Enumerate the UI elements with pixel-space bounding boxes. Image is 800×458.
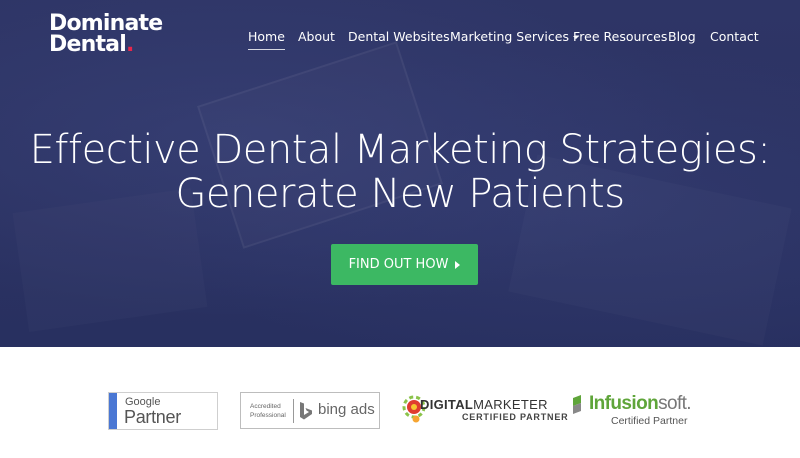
digital-marketer-text: DIGITALMARKETER bbox=[420, 397, 548, 412]
infusion-word: Infusion bbox=[589, 393, 659, 414]
bing-ads-badge: Accredited Professional bing ads bbox=[240, 392, 380, 429]
hero-headline: Effective Dental Marketing Strategies: G… bbox=[0, 128, 800, 216]
cta-label: FIND OUT HOW bbox=[348, 257, 449, 272]
bing-divider bbox=[293, 399, 294, 423]
nav-item-marketing-services[interactable]: Marketing Services bbox=[450, 29, 579, 44]
hero-headline-line1: Effective Dental Marketing Strategies: bbox=[29, 127, 771, 173]
find-out-how-button[interactable]: FIND OUT HOW bbox=[331, 244, 478, 285]
google-partner-text: Partner bbox=[124, 407, 181, 427]
bing-accredited-text: Accredited Professional bbox=[250, 402, 286, 420]
nav-item-blog[interactable]: Blog bbox=[668, 29, 696, 44]
hero-headline-line2: Generate New Patients bbox=[175, 171, 625, 217]
nav-item-marketing-services-label: Marketing Services bbox=[450, 29, 569, 44]
marketer-word: MARKETER bbox=[473, 397, 548, 412]
main-nav: Home About Dental Websites Marketing Ser… bbox=[0, 29, 800, 50]
bing-professional-line: Professional bbox=[250, 412, 286, 419]
infusionsoft-badge: Infusionsoft. Certified Partner bbox=[571, 393, 701, 429]
google-partner-badge: Google Partner bbox=[108, 392, 218, 430]
infusionsoft-sub: Certified Partner bbox=[611, 415, 688, 427]
bing-icon bbox=[300, 402, 312, 420]
nav-item-about[interactable]: About bbox=[298, 29, 335, 44]
digital-marketer-badge: DIGITALMARKETER CERTIFIED PARTNER bbox=[402, 394, 568, 428]
infusionsoft-leaf-icon bbox=[573, 395, 581, 414]
digital-marketer-sub: CERTIFIED PARTNER bbox=[462, 412, 569, 422]
caret-right-icon bbox=[455, 260, 461, 269]
hero-section: Dominate Dental. Home About Dental Websi… bbox=[0, 0, 800, 347]
soft-word: soft. bbox=[658, 393, 692, 414]
nav-item-contact[interactable]: Contact bbox=[710, 29, 759, 44]
bing-accredited-line: Accredited bbox=[250, 403, 281, 410]
digital-word: DIGITAL bbox=[420, 397, 474, 412]
bing-ads-text: bing ads bbox=[318, 401, 375, 418]
nav-item-home[interactable]: Home bbox=[248, 29, 285, 50]
infusionsoft-text: Infusionsoft. bbox=[589, 393, 692, 415]
google-badge-bar bbox=[109, 393, 117, 429]
nav-item-free-resources[interactable]: Free Resources bbox=[573, 29, 667, 44]
nav-item-dental-websites[interactable]: Dental Websites bbox=[348, 29, 450, 44]
